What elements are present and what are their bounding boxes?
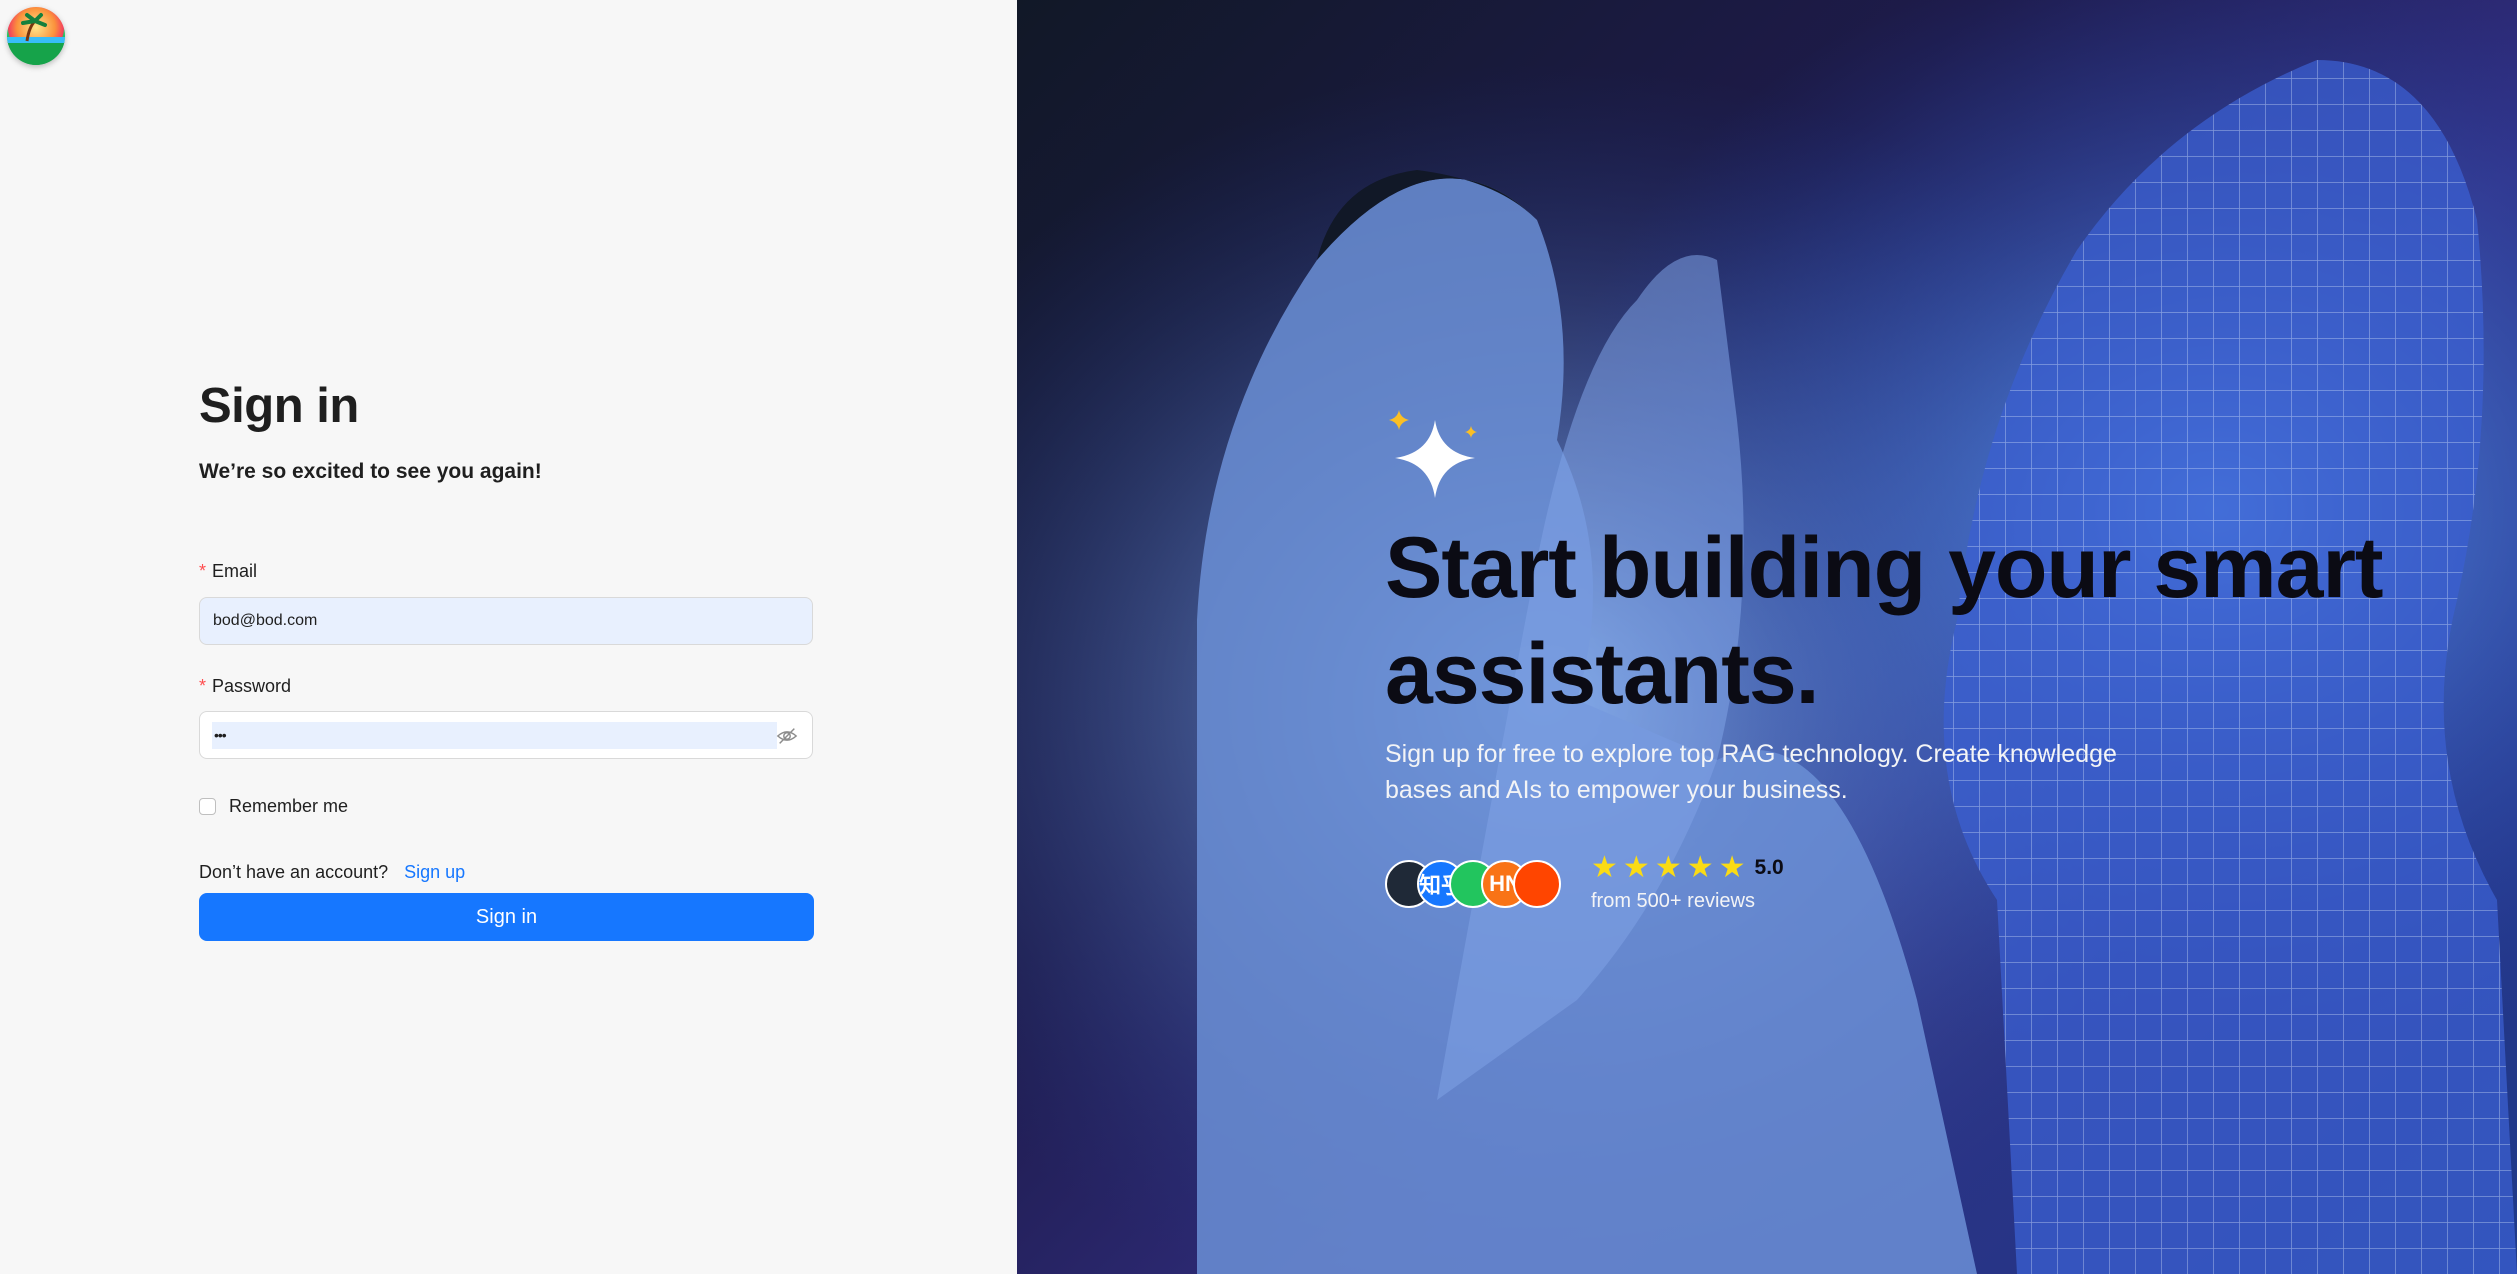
signup-row: Don’t have an account? Sign up (199, 862, 465, 883)
password-value: ••• (212, 722, 777, 749)
star-icon: ★ (1591, 851, 1618, 884)
page-title: Sign in (199, 379, 359, 433)
password-label-text: Password (212, 676, 292, 696)
email-label: * Email (199, 561, 257, 582)
signup-link[interactable]: Sign up (404, 862, 465, 882)
email-label-text: Email (212, 561, 258, 581)
password-label: * Password (199, 676, 291, 697)
star-icon: ★ (1718, 851, 1746, 884)
remember-me-checkbox[interactable] (199, 798, 216, 815)
sparkle-icon (1389, 410, 1477, 498)
star-icon: ★ (1622, 851, 1650, 884)
platform-avatars: 知乎 HN (1385, 860, 1561, 912)
review-count: from 500+ reviews (1591, 890, 1755, 912)
promo-description: Sign up for free to explore top RAG tech… (1385, 740, 2117, 804)
star-icon: ★ (1686, 851, 1714, 884)
email-field[interactable]: bod@bod.com (199, 597, 813, 645)
signin-panel: Sign in We’re so excited to see you agai… (0, 0, 1017, 1274)
star-icon: ★ (1654, 851, 1682, 884)
rating-block: ★ ★ ★ ★ ★ 5.0 from 500+ reviews (1591, 852, 1784, 913)
rating-stars: ★ ★ ★ ★ ★ 5.0 (1591, 852, 1784, 884)
page-subtitle: We’re so excited to see you again! (199, 460, 542, 483)
eye-invisible-icon[interactable] (776, 725, 798, 747)
signin-page: Sign in We’re so excited to see you agai… (0, 0, 2517, 1274)
rating-score: 5.0 (1754, 856, 1784, 879)
island-sunset-logo-icon[interactable] (7, 7, 65, 65)
promo-panel: Start building your smart assistants. Si… (1017, 0, 2517, 1274)
no-account-text: Don’t have an account? (199, 862, 389, 882)
signin-button[interactable]: Sign in (199, 893, 814, 941)
promo-headline: Start building your smart assistants. (1385, 520, 2384, 722)
remember-me[interactable]: Remember me (199, 796, 348, 817)
required-mark: * (199, 561, 207, 581)
required-mark: * (199, 676, 207, 696)
reddit-avatar (1513, 860, 1561, 908)
password-field[interactable]: ••• (199, 711, 813, 759)
remember-me-label: Remember me (229, 796, 349, 816)
